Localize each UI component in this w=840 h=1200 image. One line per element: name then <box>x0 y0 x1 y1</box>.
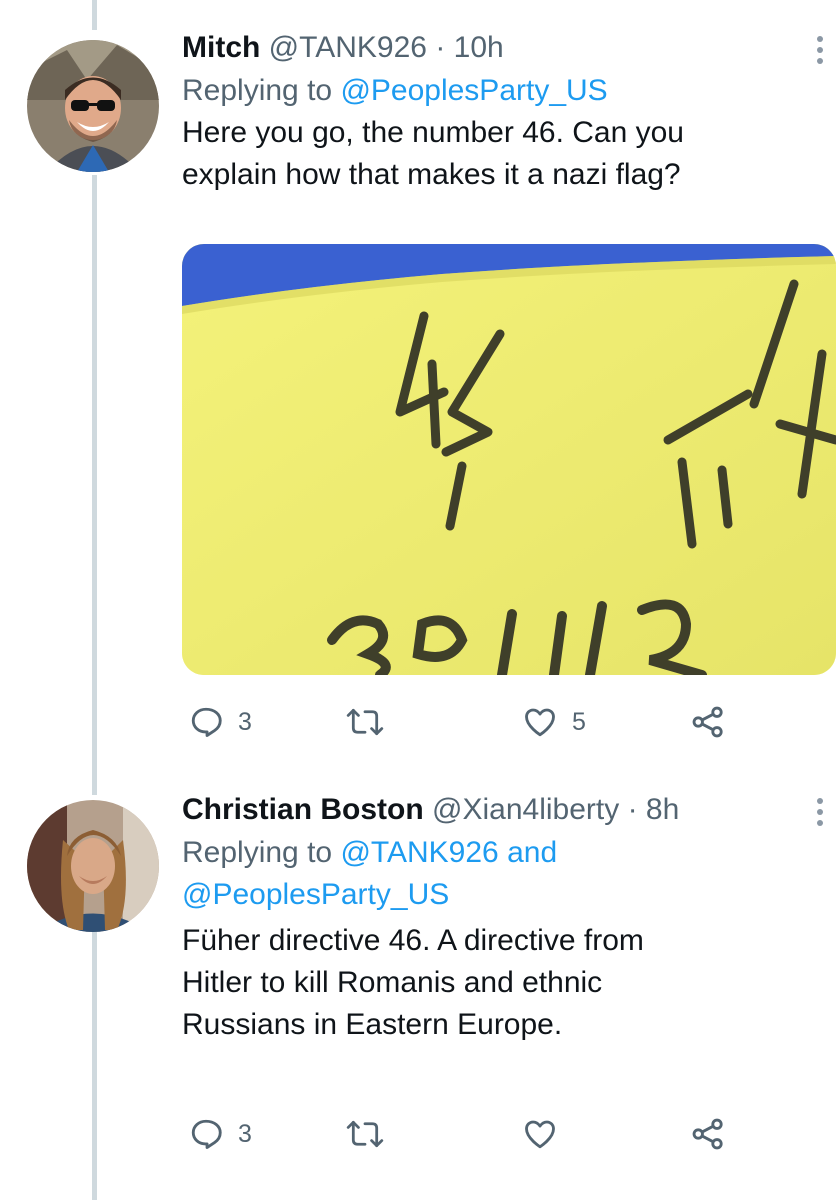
mention-link[interactable]: @TANK926 <box>340 836 498 869</box>
more-options-icon[interactable] <box>814 798 826 834</box>
retweet-button[interactable] <box>346 1114 384 1154</box>
separator-dot: · <box>627 793 638 826</box>
like-count: 5 <box>572 707 586 736</box>
retweet-icon <box>346 708 384 736</box>
replying-to: Replying to @TANK926 and <box>182 832 840 874</box>
replying-to: Replying to @PeoplesParty_US <box>182 70 840 112</box>
retweet-icon <box>346 1120 384 1148</box>
user-handle[interactable]: @Xian4liberty <box>432 793 619 826</box>
share-icon <box>692 706 723 738</box>
user-handle[interactable]: @TANK926 <box>269 31 427 64</box>
reply-button[interactable]: 3 <box>188 702 252 742</box>
thread-line-middle <box>92 175 97 795</box>
share-icon <box>692 1118 723 1150</box>
avatar[interactable] <box>27 800 159 932</box>
tweet-text: Füher directive 46. A directive from Hit… <box>182 920 840 1046</box>
reply-icon <box>191 1119 222 1149</box>
tweet-text-line: explain how that makes it a nazi flag? <box>182 158 681 191</box>
tweet-actions: 3 5 <box>182 702 782 742</box>
tweet-text-line: Hitler to kill Romanis and ethnic <box>182 966 603 999</box>
tweet-header: Christian Boston @Xian4liberty · 8h <box>182 790 840 832</box>
replying-to-label: Replying to <box>182 836 341 869</box>
share-button[interactable] <box>690 702 726 742</box>
tweet-actions: 3 <box>182 1114 782 1154</box>
reply-count: 3 <box>238 707 252 736</box>
replying-to-label: Replying to <box>182 74 341 107</box>
mention-joiner[interactable]: and <box>499 836 557 869</box>
tweet-text-line: Russians in Eastern Europe. <box>182 1008 563 1041</box>
reply-count: 3 <box>238 1119 252 1148</box>
thread-line-top <box>92 0 97 30</box>
like-button[interactable]: 5 <box>522 702 586 742</box>
tweet-text-line: Here you go, the number 46. Can you <box>182 116 684 149</box>
tweet-text-line: Füher directive 46. A directive from <box>182 924 644 957</box>
avatar[interactable] <box>27 40 159 172</box>
avatar-photo <box>27 800 159 932</box>
flag-photo <box>182 244 836 675</box>
tweet-header: Mitch @TANK926 · 10h <box>182 28 840 70</box>
timestamp[interactable]: 8h <box>646 793 679 826</box>
display-name[interactable]: Christian Boston <box>182 793 424 826</box>
mention-link[interactable]: @PeoplesParty_US <box>340 74 607 107</box>
display-name[interactable]: Mitch <box>182 31 260 64</box>
like-button[interactable] <box>522 1114 558 1154</box>
replying-to-continued: @PeoplesParty_US <box>182 874 840 916</box>
share-button[interactable] <box>690 1114 726 1154</box>
separator-dot: · <box>435 31 446 64</box>
reply-icon <box>191 707 222 737</box>
more-options-icon[interactable] <box>814 36 826 72</box>
mention-link[interactable]: @PeoplesParty_US <box>182 878 449 911</box>
heart-icon <box>525 1120 555 1149</box>
retweet-button[interactable] <box>346 702 384 742</box>
reply-button[interactable]: 3 <box>188 1114 252 1154</box>
tweet-text: Here you go, the number 46. Can you expl… <box>182 112 840 196</box>
timestamp[interactable]: 10h <box>454 31 504 64</box>
heart-icon <box>525 708 555 737</box>
avatar-photo <box>27 40 159 172</box>
thread-line-bottom <box>92 928 97 1200</box>
tweet-media-image[interactable] <box>182 244 836 675</box>
